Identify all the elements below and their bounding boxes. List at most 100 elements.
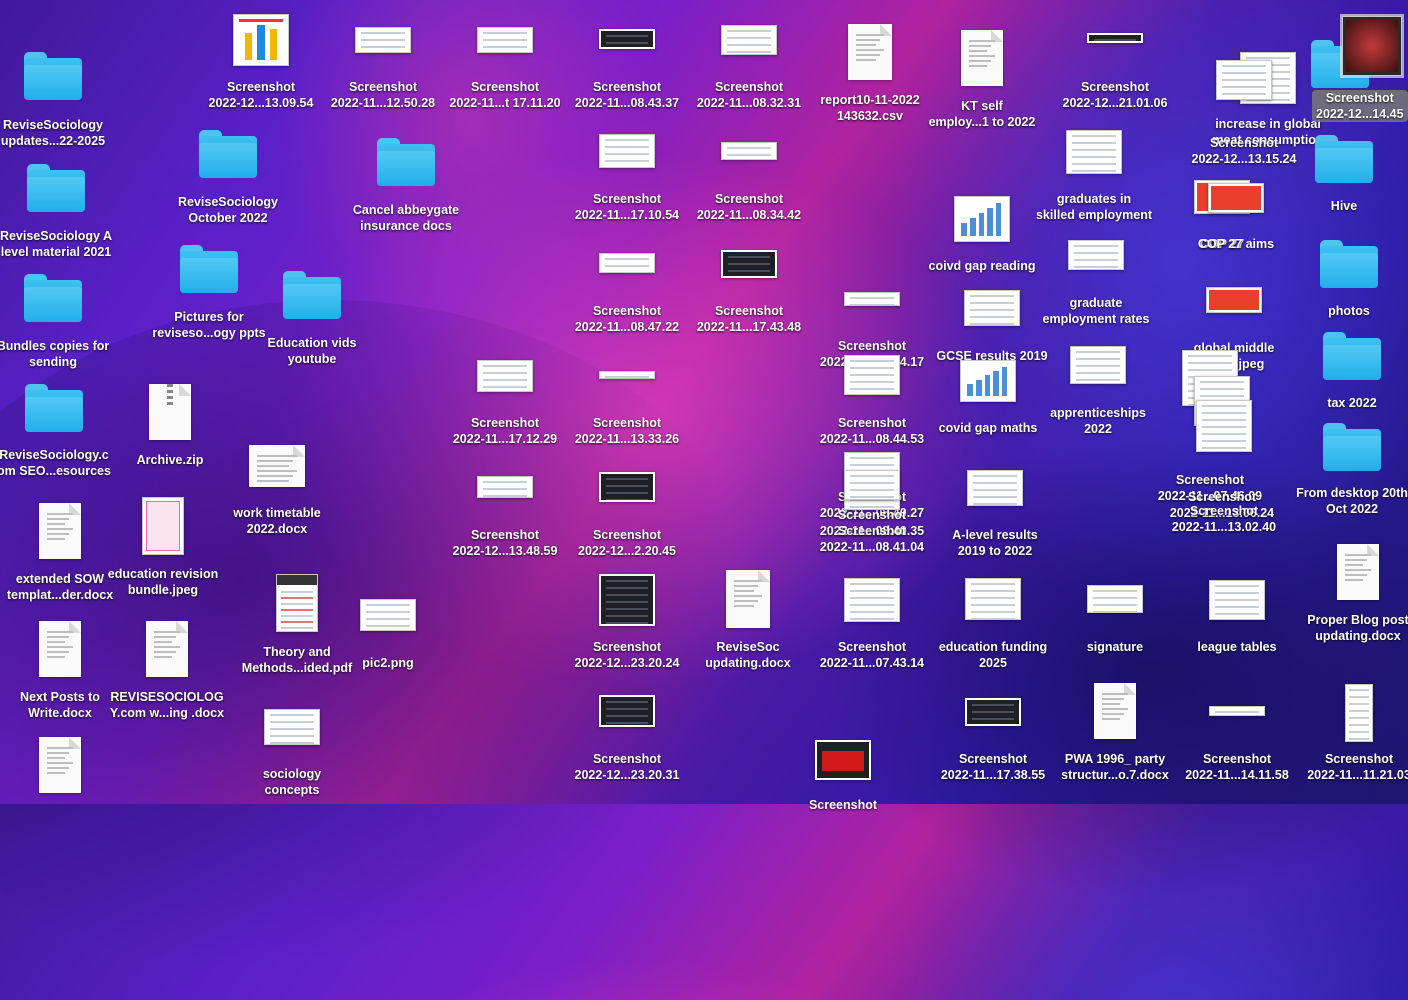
image-thumbnail-icon: [1206, 287, 1262, 313]
desktop-item-label: REVISESOCIOLOG Y.com w...ing .docx: [109, 690, 225, 720]
image-thumbnail-icon: [1208, 183, 1264, 213]
image-thumbnail-icon: [1087, 585, 1143, 613]
desktop-item-label: Screenshot 2022-12...13.09.54: [208, 80, 314, 110]
desktop-item-label: work timetable 2022.docx: [233, 506, 321, 536]
folder-icon: [24, 274, 82, 322]
desktop-item-label: league tables: [1197, 640, 1277, 654]
desktop-item-label: Screenshot 2022-12...2.20.45: [578, 528, 676, 558]
image-thumbnail-icon: [142, 497, 184, 555]
desktop-item-label: Screenshot 2022-12...13.15.24: [1191, 136, 1297, 166]
image-thumbnail-icon: [721, 250, 777, 278]
desktop-item-label: pic2.png: [362, 656, 414, 670]
desktop-item-label: Hive: [1330, 199, 1358, 213]
desktop-item-label: Bundles copies for sending: [0, 339, 110, 369]
desktop-item-label: Screenshot 2022-12...23.20.31: [574, 752, 680, 782]
image-thumbnail-icon: [599, 253, 655, 273]
folder-icon: [1323, 332, 1381, 380]
image-thumbnail-icon: [844, 578, 900, 622]
desktop-item-label: ReviseSociology A level material 2021: [0, 229, 113, 259]
image-thumbnail-icon: [360, 599, 416, 631]
image-thumbnail-icon: [599, 472, 655, 502]
desktop-item-label: Screenshot 2022-12...14.45: [1312, 90, 1408, 122]
desktop-item-label: Screenshot 2022-11...14.11.58: [1185, 752, 1289, 782]
image-thumbnail-icon: [954, 196, 1010, 242]
desktop-item-label: KT self employ...1 to 2022: [928, 99, 1036, 129]
desktop-item-label: education funding 2025: [938, 640, 1048, 670]
image-thumbnail-icon: [965, 578, 1021, 620]
image-thumbnail-icon: [477, 27, 533, 53]
image-thumbnail-icon: [721, 142, 777, 160]
docx-icon: [39, 737, 81, 793]
desktop-item-label: A-level results 2019 to 2022: [952, 528, 1038, 558]
docx-icon: [39, 503, 81, 559]
folder-icon: [180, 245, 238, 293]
docx-icon: [39, 621, 81, 677]
desktop-item-label: Screenshot: [808, 798, 878, 812]
desktop-item-label: COP 27 aims: [1197, 237, 1275, 251]
desktop-item-label: Screenshot 2022-11...08.41.04: [819, 524, 925, 554]
desktop-item-label: coivd gap reading: [928, 259, 1036, 273]
desktop-item-label: Archive.zip: [136, 453, 204, 467]
desktop-item-label: sociology concepts: [262, 767, 322, 797]
desktop-item-label: apprenticeships 2022: [1050, 406, 1146, 436]
desktop-item-label: ReviseSociology October 2022: [177, 195, 279, 225]
desktop-item-label: Screenshot 2022-11...08.47.22: [574, 304, 680, 334]
desktop-item-label: Cancel abbeygate insurance docs: [352, 203, 460, 233]
folder-icon: [1320, 240, 1378, 288]
image-thumbnail-icon: [477, 476, 533, 498]
desktop-item-label: education revision bundle.jpeg: [107, 567, 219, 597]
image-thumbnail-icon: [721, 25, 777, 55]
desktop-item-label: Screenshot 2022-11...12.50.28: [330, 80, 436, 110]
image-thumbnail-icon: [355, 27, 411, 53]
image-thumbnail-icon: [1216, 60, 1272, 100]
image-thumbnail-icon: [844, 355, 900, 395]
folder-icon: [27, 164, 85, 212]
folder-icon: [377, 138, 435, 186]
image-thumbnail-icon: [1209, 580, 1265, 620]
docx-icon: [1094, 683, 1136, 739]
image-thumbnail-icon: [233, 14, 289, 66]
image-thumbnail-icon: [599, 29, 655, 49]
image-thumbnail-icon: [844, 292, 900, 306]
docx-icon: [146, 621, 188, 677]
desktop-item-label: PWA 1996_ party structur...o.7.docx: [1061, 752, 1169, 782]
desktop-item-label: Screenshot 2022-11...t 17.11.20: [449, 80, 561, 110]
image-thumbnail-icon: [960, 360, 1016, 402]
image-thumbnail-icon: [264, 709, 320, 745]
desktop-item-label: Screenshot 2022-12...23.20.24: [574, 640, 680, 670]
image-thumbnail-icon: [964, 290, 1020, 326]
docx-icon: [1337, 544, 1379, 600]
desktop-item-label: Screenshot 2022-11...07.43.14: [819, 640, 925, 670]
desktop-item-label: Screenshot 2022-12...13.48.59: [452, 528, 558, 558]
image-thumbnail-icon: [1209, 706, 1265, 716]
desktop-item-label: Screenshot 2022-11...17.38.55: [940, 752, 1046, 782]
folder-icon: [199, 130, 257, 178]
image-thumbnail-icon: [1066, 130, 1122, 174]
folder-icon: [24, 52, 82, 100]
folder-icon: [1323, 423, 1381, 471]
image-thumbnail-icon: [1345, 684, 1373, 742]
desktop-item-label: ReviseSociology updates...22-2025: [0, 118, 106, 148]
desktop-item-label: Screenshot 2022-11...17.10.54: [574, 192, 680, 222]
image-thumbnail-icon: [1070, 346, 1126, 384]
folder-icon: [283, 271, 341, 319]
image-thumbnail-icon: [599, 574, 655, 626]
desktop-item-label: Screenshot 2022-11...13.33.26: [574, 416, 680, 446]
csv-icon: [848, 24, 892, 80]
image-thumbnail-icon: [844, 470, 900, 500]
docx-icon: [961, 30, 1003, 86]
desktop-item-label: Screenshot 2022-11...08.32.31: [696, 80, 802, 110]
desktop-item-label: Screenshot 2022-11...08.43.37: [574, 80, 680, 110]
zip-icon: [149, 384, 191, 440]
desktop-item-label: photos: [1328, 304, 1370, 318]
folder-icon: [25, 384, 83, 432]
desktop-item-label: tax 2022: [1327, 396, 1377, 410]
image-thumbnail-icon: [965, 698, 1021, 726]
desktop-item-label: Screenshot 2022-11...11.21.03: [1307, 752, 1408, 782]
image-thumbnail-icon: [1087, 33, 1143, 43]
desktop-item-label: ReviseSoc updating.docx: [705, 640, 791, 670]
desktop-item-label: Screenshot 2022-11...08.34.42: [696, 192, 802, 222]
image-thumbnail-icon: [477, 360, 533, 392]
image-thumbnail-icon: [967, 470, 1023, 506]
pdf-icon: [276, 574, 318, 632]
